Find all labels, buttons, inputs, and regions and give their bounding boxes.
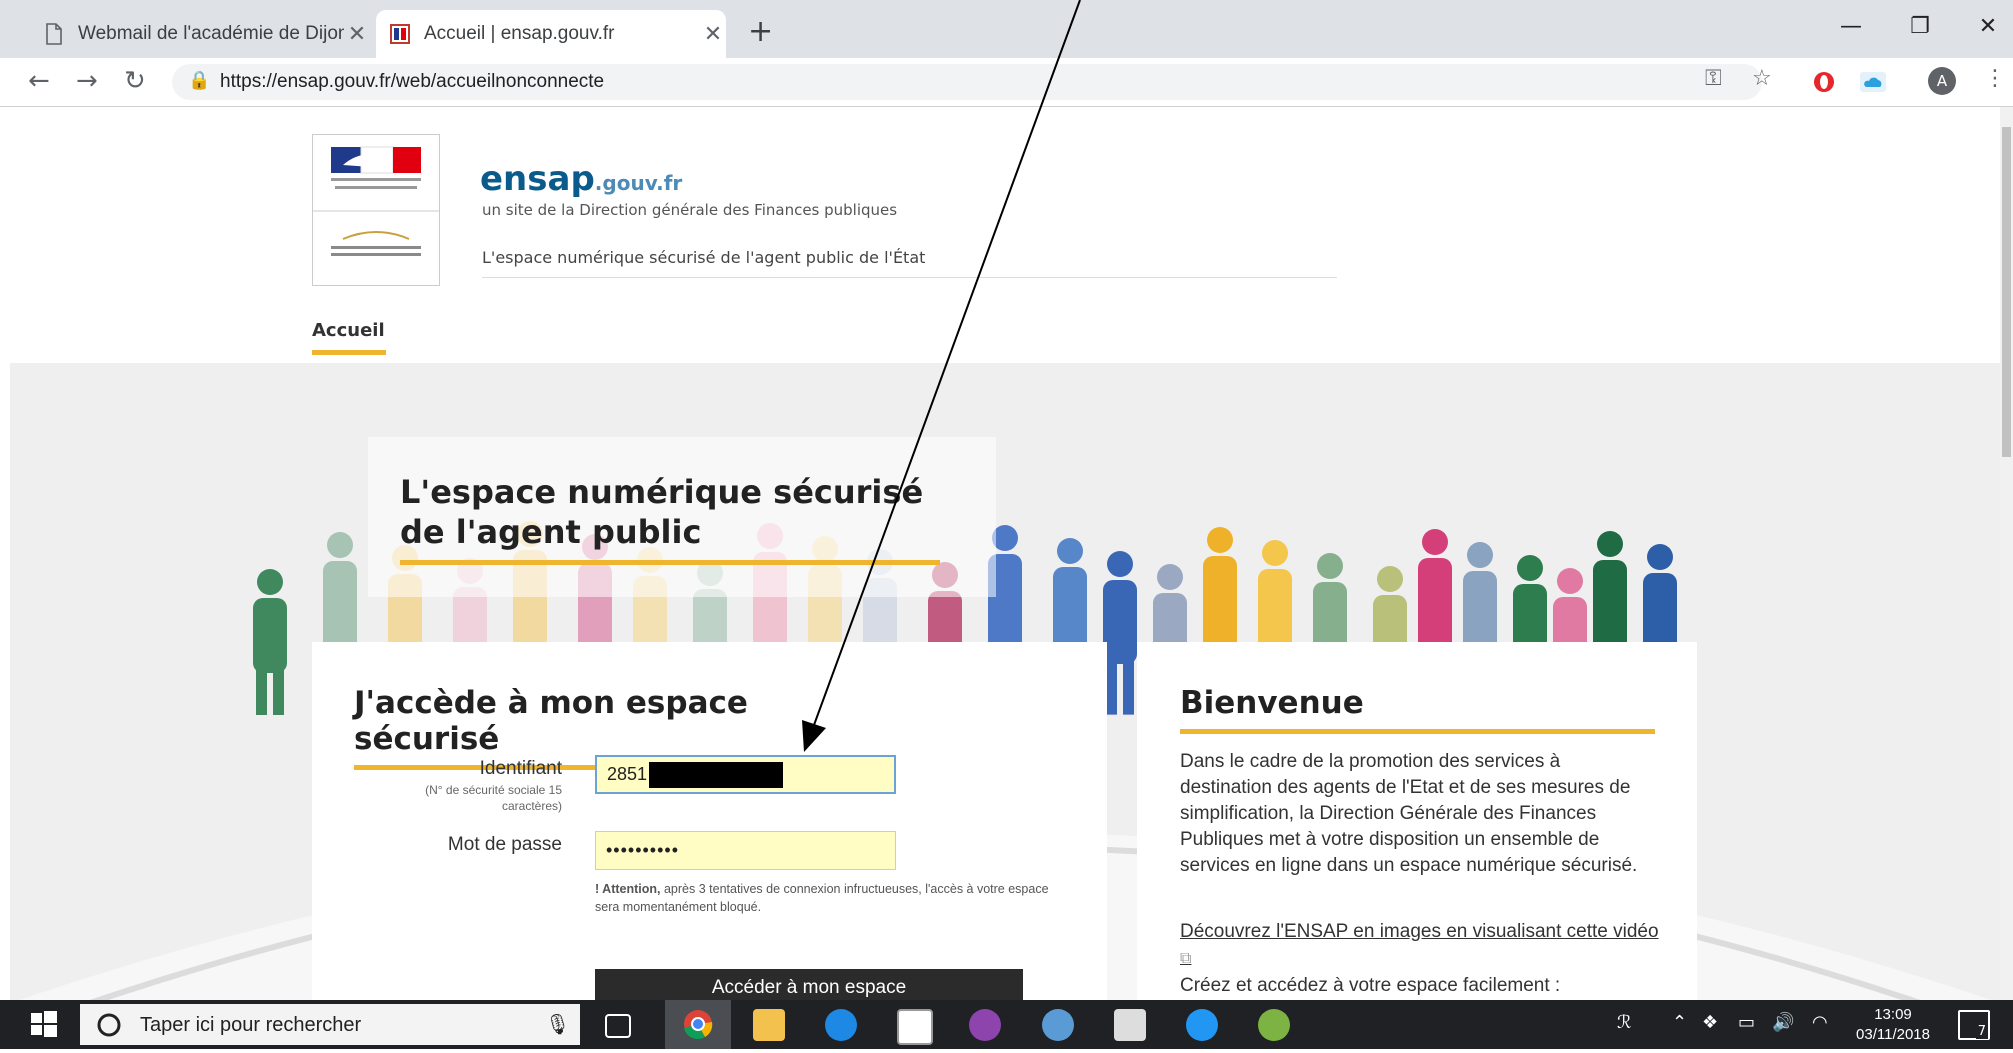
person-silhouette	[1103, 551, 1137, 715]
url-text[interactable]: https://ensap.gouv.fr/web/accueilnonconn…	[220, 71, 604, 93]
battery-icon[interactable]: ▭	[1738, 1012, 1755, 1033]
brand-main: ensap	[480, 159, 595, 199]
system-clock[interactable]: 13:09 03/11/2018	[1848, 1005, 1938, 1045]
minimize-icon[interactable]: —	[1826, 14, 1876, 39]
notification-center-icon[interactable]: 7	[1958, 1010, 1990, 1040]
task-view-icon[interactable]	[605, 1014, 631, 1038]
profile-avatar[interactable]: A	[1928, 67, 1956, 95]
video-link[interactable]: Découvrez l'ENSAP en images en visualisa…	[1180, 919, 1660, 972]
tab-title: Accueil | ensap.gouv.fr	[424, 23, 615, 44]
windows-taskbar: Taper ici pour rechercher 🎙 ℛ ⌃ ❖ ▭ 🔊 ◠ …	[0, 1000, 2013, 1049]
hero-title-line2: de l'agent public	[400, 513, 702, 551]
browser-toolbar: ← → ↻ 🔒 https://ensap.gouv.fr/web/accuei…	[0, 58, 2013, 107]
login-submit-button[interactable]: Accéder à mon espace	[595, 969, 1023, 1000]
chrome-icon	[684, 1010, 713, 1040]
site-subtitle: un site de la Direction générale des Fin…	[482, 201, 898, 219]
forward-arrow-icon[interactable]: →	[76, 66, 98, 96]
warning-text: après 3 tentatives de connexion infructu…	[595, 882, 1049, 914]
welcome-text: Dans le cadre de la promotion des servic…	[1180, 751, 1638, 876]
page-scrollbar[interactable]	[2000, 107, 2013, 1000]
identifier-label: Identifiant	[479, 758, 562, 779]
marianne-favicon-icon	[390, 24, 410, 44]
star-icon[interactable]: ☆	[1752, 66, 1772, 91]
identifier-hint-line2: caractères)	[501, 799, 562, 813]
tab-strip: Webmail de l'académie de Dijon ✕ Accueil…	[0, 0, 2013, 58]
external-link-icon: ⧉	[1180, 950, 1192, 967]
search-placeholder: Taper ici pour rechercher	[140, 1014, 362, 1036]
password-value: ••••••••••	[606, 840, 680, 860]
identifier-input[interactable]: 2851	[595, 755, 896, 794]
new-tab-icon[interactable]: +	[748, 14, 773, 49]
identifier-hint-line1: (N° de sécurité sociale 15	[425, 783, 562, 797]
login-warning: ! Attention, après 3 tentatives de conne…	[595, 880, 1050, 916]
welcome-more-text: Créez et accédez à votre espace facileme…	[1180, 975, 1561, 996]
clock-time: 13:09	[1874, 1006, 1912, 1023]
menu-kebab-icon[interactable]: ⋮	[1984, 66, 2006, 91]
web-page: ensap.gouv.fr un site de la Direction gé…	[10, 107, 2000, 1000]
nav-accueil[interactable]: Accueil	[312, 320, 386, 355]
reload-icon[interactable]: ↻	[124, 66, 146, 96]
person-silhouette	[253, 569, 287, 715]
hero-title: L'espace numérique sécurisé de l'agent p…	[400, 472, 940, 565]
cortana-icon	[97, 1013, 121, 1037]
volume-icon[interactable]: 🔊	[1772, 1012, 1794, 1033]
chrome-taskbar-slot[interactable]	[665, 1000, 731, 1049]
warning-bold: ! Attention,	[595, 882, 661, 896]
show-hidden-icons-icon[interactable]: ⌃	[1672, 1012, 1687, 1033]
restore-icon[interactable]: ❐	[1895, 14, 1945, 39]
dropbox-icon[interactable]: ❖	[1702, 1012, 1718, 1033]
video-link-text: Découvrez l'ENSAP en images en visualisa…	[1180, 921, 1659, 942]
password-label: Mot de passe	[447, 834, 562, 855]
wifi-icon[interactable]: ◠	[1812, 1012, 1828, 1033]
clock-date: 03/11/2018	[1856, 1026, 1930, 1043]
close-tab-icon[interactable]: ✕	[344, 21, 370, 47]
identifier-value: 2851	[607, 764, 648, 784]
opera-extension-icon[interactable]	[1812, 70, 1836, 94]
identifier-hint: (N° de sécurité sociale 15 caractères)	[350, 782, 562, 814]
windows-start-icon[interactable]	[30, 1010, 58, 1038]
cloud-app-icon[interactable]	[1186, 1009, 1218, 1041]
close-window-icon[interactable]: ✕	[1963, 14, 2013, 39]
tab-ensap[interactable]: Accueil | ensap.gouv.fr ✕	[376, 10, 726, 58]
scrollbar-thumb[interactable]	[2002, 127, 2011, 457]
photos-app-icon[interactable]	[969, 1009, 1001, 1041]
welcome-title: Bienvenue	[1180, 685, 1655, 734]
back-arrow-icon[interactable]: ←	[28, 66, 50, 96]
people-icon[interactable]: ℛ	[1617, 1012, 1631, 1033]
document-icon	[46, 23, 62, 45]
close-tab-icon[interactable]: ✕	[700, 21, 726, 47]
paint-app-icon[interactable]	[1258, 1009, 1290, 1041]
password-input[interactable]: ••••••••••	[595, 831, 896, 870]
key-icon[interactable]: ⚿	[1705, 66, 1722, 91]
government-logo	[312, 134, 440, 286]
microphone-icon[interactable]: 🎙	[545, 1012, 570, 1036]
edge-icon[interactable]	[825, 1009, 857, 1041]
brand-suffix: .gouv.fr	[594, 171, 683, 195]
address-bar[interactable]: 🔒 https://ensap.gouv.fr/web/accueilnonco…	[172, 64, 1762, 100]
mail-app-icon[interactable]	[1042, 1009, 1074, 1041]
lock-icon: 🔒	[188, 70, 211, 91]
site-brand[interactable]: ensap.gouv.fr	[480, 159, 682, 199]
cloud-extension-icon[interactable]	[1860, 72, 1886, 92]
file-explorer-icon[interactable]	[753, 1009, 785, 1041]
tab-webmail[interactable]: Webmail de l'académie de Dijon ✕	[30, 10, 370, 58]
redaction-block	[649, 761, 784, 788]
tab-title: Webmail de l'académie de Dijon	[78, 23, 344, 44]
hero-title-line1: L'espace numérique sécurisé	[400, 473, 924, 511]
store-icon[interactable]	[897, 1009, 933, 1045]
site-tagline: L'espace numérique sécurisé de l'agent p…	[482, 248, 1337, 278]
notification-count: 7	[1975, 1024, 1988, 1039]
image-viewer-icon[interactable]	[1114, 1009, 1146, 1041]
taskbar-search[interactable]: Taper ici pour rechercher 🎙	[80, 1004, 580, 1045]
